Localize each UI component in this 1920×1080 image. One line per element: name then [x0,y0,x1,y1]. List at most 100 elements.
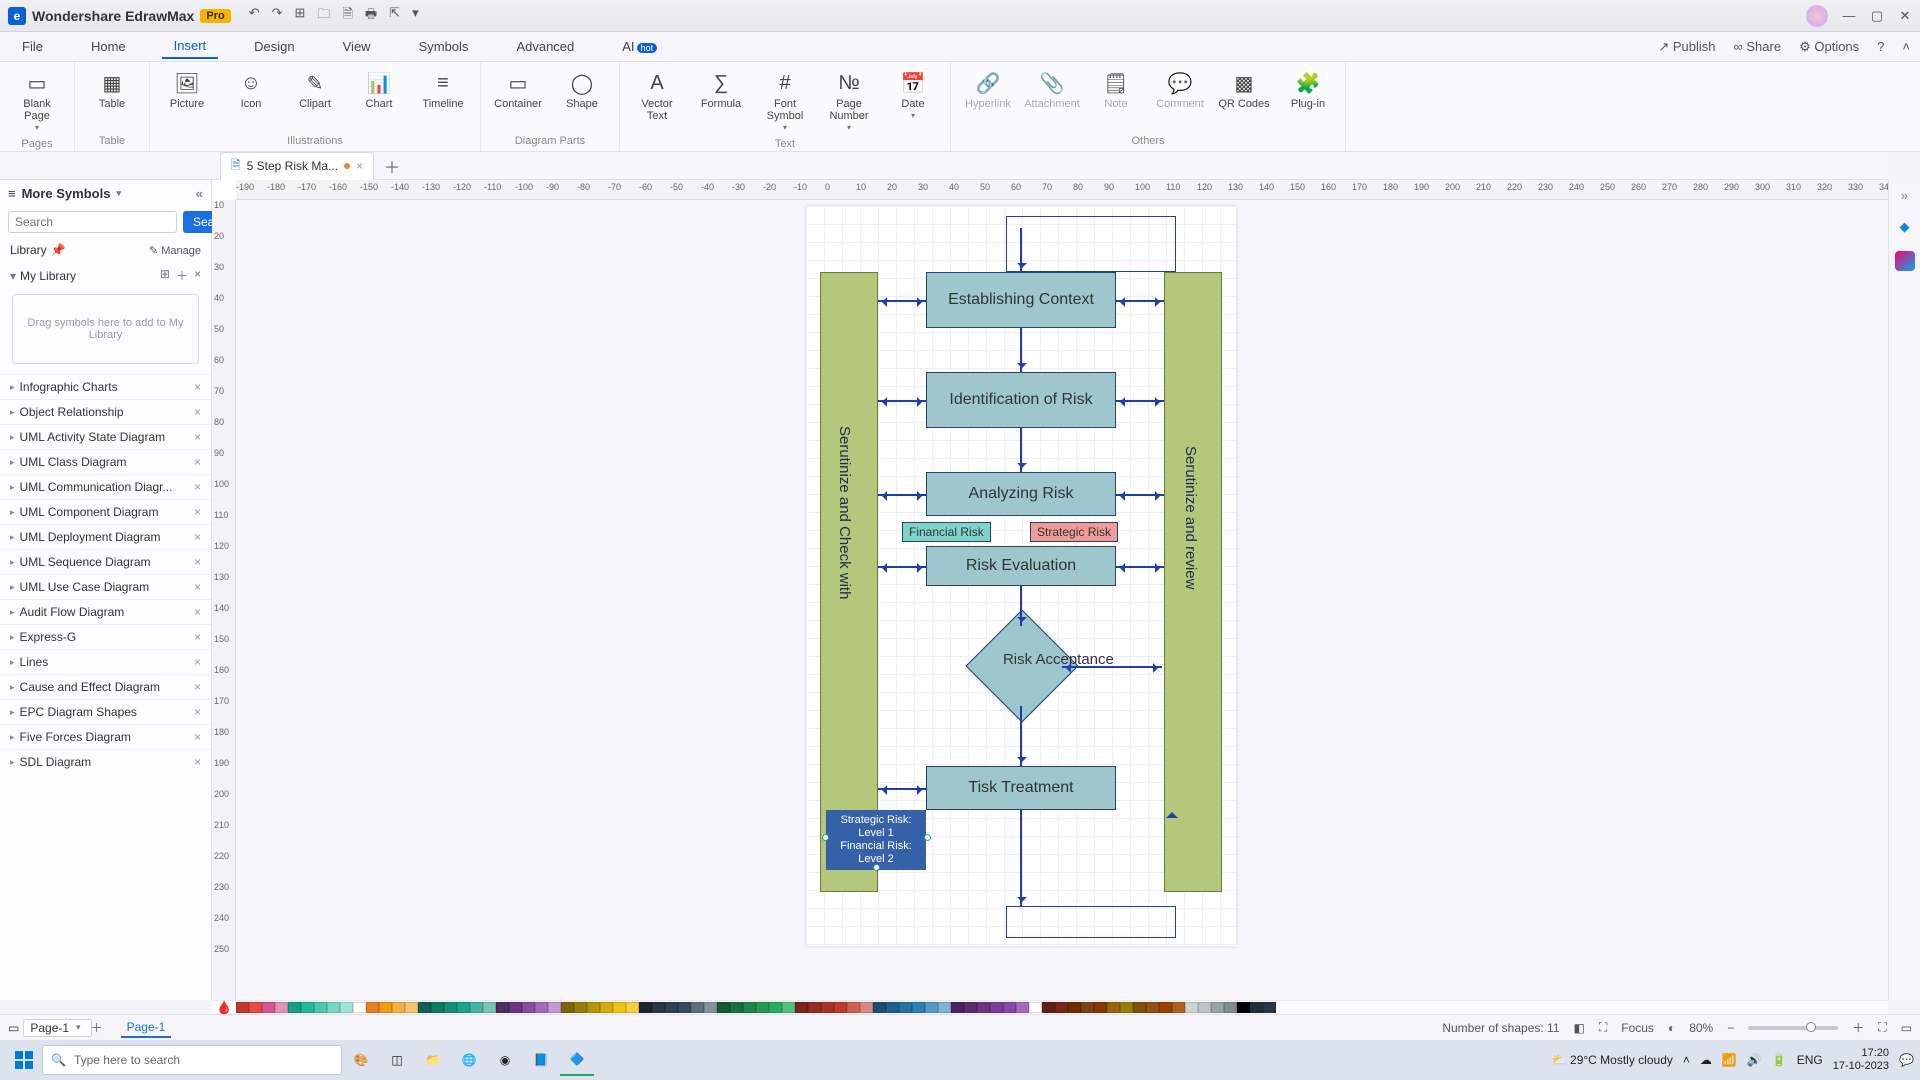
qat-new-icon[interactable]: ⊞ [295,5,306,27]
publish-button[interactable]: ↗ Publish [1658,39,1715,55]
zoom-out-button[interactable]: − [1727,1021,1734,1035]
taskbar-app-icon[interactable]: 🎨 [344,1044,378,1076]
color-swatch[interactable] [964,1002,977,1013]
ribbon-timeline[interactable]: ≡Timeline [414,66,472,114]
color-swatch[interactable] [496,1002,509,1013]
color-swatch[interactable] [288,1002,301,1013]
color-swatch[interactable] [431,1002,444,1013]
ribbon-container[interactable]: ▭Container [489,66,547,114]
taskbar-edge-icon[interactable]: 🌐 [452,1044,486,1076]
tray-language[interactable]: ENG [1797,1053,1823,1067]
color-swatch[interactable] [860,1002,873,1013]
redo-button[interactable]: ↷ [272,5,283,27]
share-button[interactable]: ∞ Share [1733,39,1781,54]
color-swatch[interactable] [1120,1002,1133,1013]
mylib-add-icon[interactable]: ＋ [176,267,188,284]
color-swatch[interactable] [665,1002,678,1013]
color-swatch[interactable] [756,1002,769,1013]
category-item[interactable]: ▸EPC Diagram Shapes× [0,699,211,724]
ribbon-page-number[interactable]: №Page Number▾ [820,66,878,136]
mylib-grid-icon[interactable]: ⊞ [160,267,170,284]
taskbar-explorer-icon[interactable]: 📁 [416,1044,450,1076]
color-swatch[interactable] [353,1002,366,1013]
color-swatch[interactable] [1198,1002,1211,1013]
menu-ai[interactable]: AIhot [610,35,669,58]
color-swatch[interactable] [782,1002,795,1013]
category-item[interactable]: ▸Express-G× [0,624,211,649]
category-close-icon[interactable]: × [194,630,201,644]
taskbar-search[interactable]: 🔍 Type here to search [42,1045,342,1075]
color-swatch[interactable] [938,1002,951,1013]
category-item[interactable]: ▸Cause and Effect Diagram× [0,674,211,699]
tray-wifi-icon[interactable]: 📶 [1722,1053,1737,1067]
ribbon-clipart[interactable]: ✎Clipart [286,66,344,114]
color-swatch[interactable] [405,1002,418,1013]
undo-button[interactable]: ↶ [249,5,260,27]
ribbon-qr-codes[interactable]: ▩QR Codes [1215,66,1273,114]
menu-symbols[interactable]: Symbols [407,35,481,58]
category-close-icon[interactable]: × [194,505,201,519]
category-item[interactable]: ▸SDL Diagram× [0,749,211,774]
mylib-expand-icon[interactable]: ▾ [10,269,16,283]
presentation-icon[interactable]: ▭ [1901,1021,1912,1035]
color-swatch[interactable] [587,1002,600,1013]
right-panel-expand-icon[interactable]: » [1901,188,1908,203]
ribbon-icon[interactable]: ☺Icon [222,66,280,114]
color-swatch[interactable] [1133,1002,1146,1013]
start-button[interactable] [6,1044,42,1076]
taskbar-edrawmax-icon[interactable]: 🔷 [560,1044,594,1076]
page-tab[interactable]: Page-1 [121,1018,172,1038]
ribbon-font-symbol[interactable]: #Font Symbol▾ [756,66,814,136]
manage-link[interactable]: ✎ Manage [149,244,201,257]
category-close-icon[interactable]: × [194,655,201,669]
category-close-icon[interactable]: × [194,455,201,469]
color-swatch[interactable] [1146,1002,1159,1013]
tag-strategic-risk[interactable]: Strategic Risk [1030,522,1118,542]
color-swatch[interactable] [990,1002,1003,1013]
category-close-icon[interactable]: × [194,555,201,569]
color-swatch[interactable] [535,1002,548,1013]
color-swatch[interactable] [704,1002,717,1013]
menu-advanced[interactable]: Advanced [504,35,586,58]
tray-notifications-icon[interactable]: 💬 [1899,1053,1914,1067]
color-swatch[interactable] [899,1002,912,1013]
color-swatch[interactable] [1237,1002,1250,1013]
color-swatch[interactable] [691,1002,704,1013]
category-close-icon[interactable]: × [194,380,201,394]
color-swatch[interactable] [600,1002,613,1013]
color-swatch[interactable] [327,1002,340,1013]
note-risk-levels[interactable]: Strategic Risk: Level 1 Financial Risk: … [826,810,926,870]
color-swatch[interactable] [236,1002,249,1013]
category-close-icon[interactable]: × [194,405,201,419]
menu-view[interactable]: View [331,35,383,58]
color-swatch[interactable] [925,1002,938,1013]
category-item[interactable]: ▸Five Forces Diagram× [0,724,211,749]
menu-home[interactable]: Home [79,35,138,58]
category-close-icon[interactable]: × [194,755,201,769]
selection-handle[interactable] [924,834,931,841]
ribbon-formula[interactable]: ∑Formula [692,66,750,136]
category-close-icon[interactable]: × [194,730,201,744]
minimize-button[interactable]: — [1842,8,1856,23]
box-analyzing-risk[interactable]: Analyzing Risk [926,472,1116,516]
color-swatch[interactable] [652,1002,665,1013]
color-swatch[interactable] [1081,1002,1094,1013]
pages-icon[interactable]: ▭ [8,1021,19,1035]
collapse-ribbon-icon[interactable]: ˄ [1902,39,1910,54]
color-swatch[interactable] [1094,1002,1107,1013]
color-swatch[interactable] [314,1002,327,1013]
color-swatch[interactable] [275,1002,288,1013]
category-close-icon[interactable]: × [194,680,201,694]
ribbon-shape[interactable]: ◯Shape [553,66,611,114]
color-swatch[interactable] [678,1002,691,1013]
category-item[interactable]: ▸UML Component Diagram× [0,499,211,524]
taskbar-chrome-icon[interactable]: ◉ [488,1044,522,1076]
color-swatch[interactable] [795,1002,808,1013]
color-swatch[interactable] [821,1002,834,1013]
category-close-icon[interactable]: × [194,480,201,494]
color-swatch[interactable] [743,1002,756,1013]
color-swatch[interactable] [483,1002,496,1013]
color-swatch[interactable] [1172,1002,1185,1013]
new-tab-button[interactable]: ＋ [384,154,400,178]
color-swatch[interactable] [340,1002,353,1013]
